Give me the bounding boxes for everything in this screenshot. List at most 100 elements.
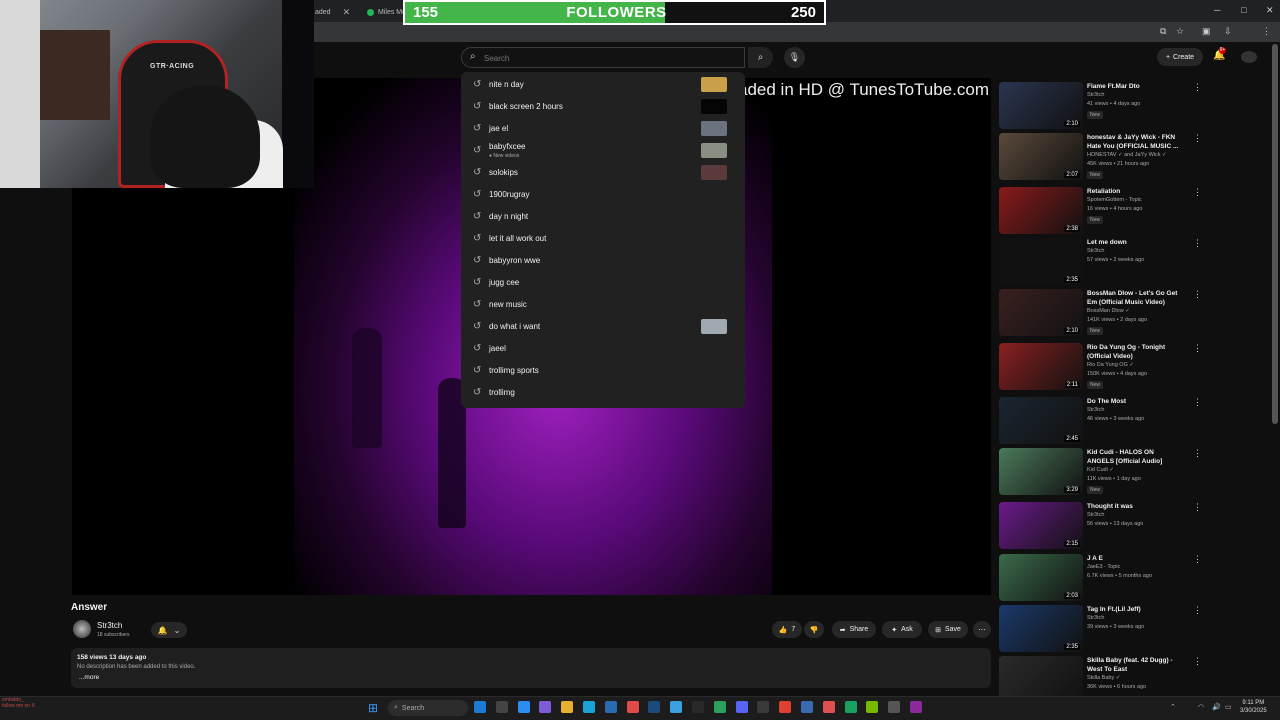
taskbar-app-icon[interactable] — [648, 701, 661, 713]
search-box[interactable]: ⌕ — [461, 47, 745, 68]
more-actions-button[interactable]: ⋯ — [973, 621, 991, 638]
taskbar-app-icon[interactable] — [583, 701, 595, 713]
suggestion-item[interactable]: ↺ new music — [461, 293, 745, 315]
maximize-icon[interactable]: □ — [1241, 5, 1246, 15]
recommendation-channel[interactable]: SpotemGottem - Topic — [1087, 197, 1142, 203]
recommendation-channel[interactable]: Str3tch — [1087, 92, 1104, 98]
page-scrollbar[interactable] — [1272, 44, 1278, 424]
browser-tab[interactable]: Miles Mo — [367, 4, 406, 20]
battery-icon[interactable]: ▭ — [1225, 703, 1232, 711]
video-thumbnail[interactable]: 2:10 — [999, 82, 1083, 129]
dislike-button[interactable]: 👎 — [804, 621, 824, 638]
recommendation-title[interactable]: Do The Most — [1087, 397, 1182, 406]
taskbar-app-icon[interactable] — [801, 701, 813, 713]
taskbar-app-icon[interactable] — [692, 701, 704, 713]
recommendation-title[interactable]: Flame Ft.Mar Dto — [1087, 82, 1182, 91]
recommendation-item[interactable]: 2:03 J A E JaeE3 - Topic 6.7K views • 5 mon… — [999, 554, 1269, 602]
recommendation-title[interactable]: Rio Da Yung Og - Tonight (Official Video… — [1087, 343, 1182, 361]
recommendation-item[interactable]: 2:10 BossMan Dlow - Let's Go Get Em (Offi… — [999, 289, 1269, 337]
video-thumbnail[interactable]: 2:10 — [999, 289, 1083, 336]
search-input[interactable] — [484, 51, 734, 65]
volume-icon[interactable]: 🔊 — [1212, 703, 1221, 711]
taskbar-clock[interactable]: 9:11 PM 3/30/2025 — [1240, 699, 1267, 715]
share-button[interactable]: ➦ Share — [832, 621, 876, 638]
like-button[interactable]: 👍 7 — [772, 621, 802, 638]
suggestion-item[interactable]: ↺ do what i want — [461, 315, 745, 337]
extension-icon[interactable]: ▣ — [1202, 26, 1211, 37]
show-more-link[interactable]: ...more — [79, 674, 99, 681]
create-button[interactable]: + Create — [1157, 48, 1203, 66]
video-thumbnail[interactable]: 2:15 — [999, 502, 1083, 549]
share-page-icon[interactable]: ⧉ — [1160, 26, 1166, 37]
taskbar-search[interactable]: ⌕ Search — [388, 700, 468, 716]
browser-tab[interactable]: aded ✕ — [315, 4, 350, 20]
minimize-icon[interactable]: ─ — [1214, 5, 1220, 15]
recommendation-channel[interactable]: JaeE3 - Topic — [1087, 564, 1120, 570]
recommendation-title[interactable]: Retaliation — [1087, 187, 1182, 196]
more-options-icon[interactable]: ⋮ — [1193, 605, 1202, 616]
notifications-button[interactable]: 🔔 9+ — [1213, 47, 1226, 61]
suggestion-item[interactable]: ↺ black screen 2 hours — [461, 95, 745, 117]
suggestion-item[interactable]: ↺ babyyron wwe — [461, 249, 745, 271]
recommendation-title[interactable]: honestav & JaYy Wick - FKN Hate You (OFF… — [1087, 133, 1182, 151]
wifi-icon[interactable]: ◠ — [1198, 703, 1204, 711]
recommendation-channel[interactable]: Kid Cudi ✓ — [1087, 467, 1114, 473]
more-options-icon[interactable]: ⋮ — [1193, 187, 1202, 198]
recommendation-item[interactable]: 2:38 Retaliation SpotemGottem - Topic 16 vi… — [999, 187, 1269, 235]
taskbar-app-icon[interactable] — [822, 701, 835, 713]
more-options-icon[interactable]: ⋮ — [1193, 448, 1202, 459]
recommendation-channel[interactable]: Rio Da Yung OG ✓ — [1087, 362, 1134, 368]
taskbar-app-icon[interactable] — [779, 701, 792, 713]
recommendation-title[interactable]: Kid Cudi - HALOS ON ANGELS [Official Aud… — [1087, 448, 1182, 466]
windows-start-icon[interactable]: ⊞ — [368, 701, 378, 715]
bookmark-star-icon[interactable]: ☆ — [1176, 26, 1184, 37]
recommendation-item[interactable]: 2:45 Do The Most Str3tch 46 views • 3 weeks… — [999, 397, 1269, 445]
recommendation-item[interactable]: 2:11 Rio Da Yung Og - Tonight (Official V… — [999, 343, 1269, 391]
subscription-bell-button[interactable]: 🔔 ⌄ — [151, 622, 187, 638]
suggestion-item[interactable]: ↺ day n night — [461, 205, 745, 227]
video-thumbnail[interactable]: 2:03 — [999, 554, 1083, 601]
channel-avatar[interactable] — [73, 620, 91, 638]
taskbar-app-icon[interactable] — [474, 701, 486, 713]
suggestion-item[interactable]: ↺ jugg cee — [461, 271, 745, 293]
close-window-icon[interactable]: ✕ — [1266, 5, 1274, 16]
recommendation-channel[interactable]: Str3tch — [1087, 407, 1104, 413]
video-thumbnail[interactable]: 2:35 — [999, 605, 1083, 652]
tray-chevron-icon[interactable]: ⌃ — [1170, 703, 1176, 711]
recommendation-title[interactable]: Tag In Ft.(Lil Jeff) — [1087, 605, 1182, 614]
video-thumbnail[interactable]: 2:38 — [999, 187, 1083, 234]
taskbar-app-icon[interactable] — [670, 701, 683, 713]
video-thumbnail[interactable]: 3:29 — [999, 448, 1083, 495]
taskbar-app-icon[interactable] — [910, 701, 922, 713]
more-options-icon[interactable]: ⋮ — [1193, 82, 1202, 93]
recommendation-channel[interactable]: HONESTAV ✓ and JaYy Wick ✓ — [1087, 152, 1167, 158]
recommendation-channel[interactable]: Str3tch — [1087, 615, 1104, 621]
taskbar-app-icon[interactable] — [713, 701, 726, 713]
suggestion-item[interactable]: ↺ solokips — [461, 161, 745, 183]
suggestion-item[interactable]: ↺ nite n day — [461, 73, 745, 95]
recommendation-title[interactable]: Thought it was — [1087, 502, 1182, 511]
search-button[interactable]: ⌕ — [748, 47, 773, 68]
suggestion-item[interactable]: ↺ let it all work out — [461, 227, 745, 249]
video-thumbnail[interactable]: 2:07 — [999, 133, 1083, 180]
recommendation-item[interactable]: 2:35 Tag In Ft.(Lil Jeff) Str3tch 39 views … — [999, 605, 1269, 653]
suggestion-item[interactable]: ↺ 1900rugray — [461, 183, 745, 205]
suggestion-item[interactable]: ↺ trollimg — [461, 381, 745, 403]
recommendation-title[interactable]: Skilla Baby (feat. 42 Dugg) - West To Ea… — [1087, 656, 1182, 674]
recommendation-channel[interactable]: Skilla Baby ✓ — [1087, 675, 1120, 681]
more-options-icon[interactable]: ⋮ — [1193, 554, 1202, 565]
taskbar-app-icon[interactable] — [866, 701, 879, 713]
more-options-icon[interactable]: ⋮ — [1193, 289, 1202, 300]
download-icon[interactable]: ⇩ — [1224, 26, 1232, 37]
video-thumbnail[interactable]: 2:45 — [999, 397, 1083, 444]
recommendation-title[interactable]: Let me down — [1087, 238, 1182, 247]
suggestion-item[interactable]: ↺ trollimg sports — [461, 359, 745, 381]
menu-dots-icon[interactable]: ⋮ — [1262, 26, 1271, 37]
video-thumbnail[interactable]: 2:11 — [999, 343, 1083, 390]
more-options-icon[interactable]: ⋮ — [1193, 502, 1202, 513]
taskbar-app-icon[interactable] — [539, 701, 552, 713]
taskbar-app-icon[interactable] — [626, 701, 639, 713]
more-options-icon[interactable]: ⋮ — [1193, 238, 1202, 249]
recommendation-title[interactable]: BossMan Dlow - Let's Go Get Em (Official… — [1087, 289, 1182, 307]
taskbar-app-icon[interactable] — [604, 701, 617, 713]
